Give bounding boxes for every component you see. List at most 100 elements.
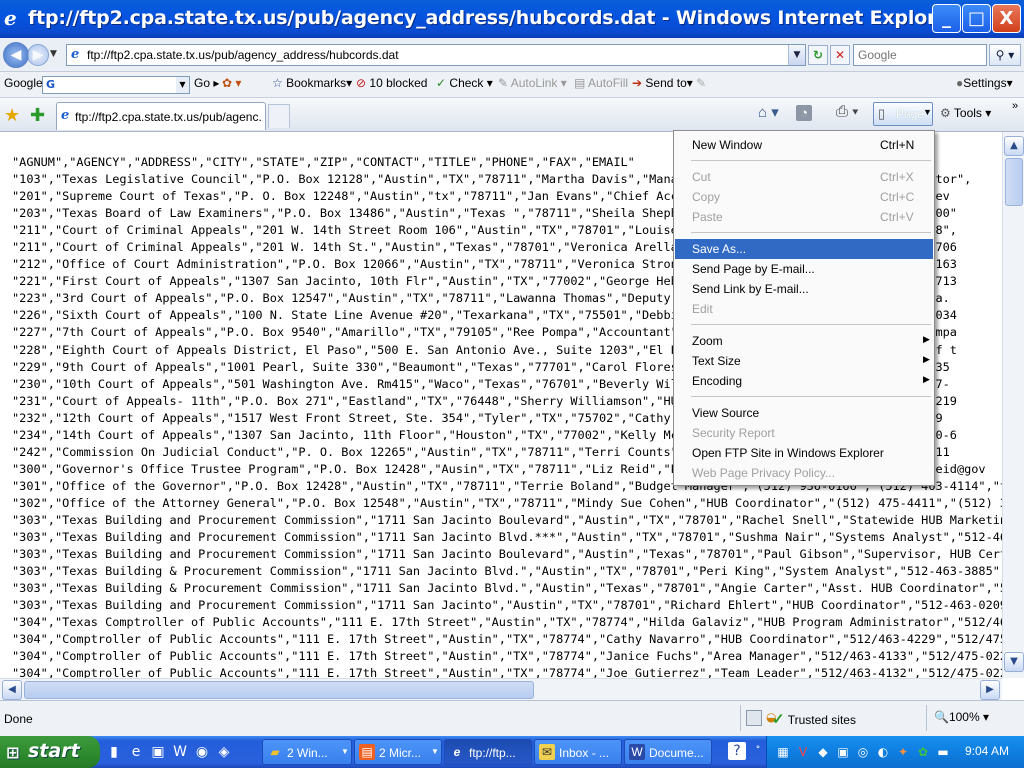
record-line: "303","Texas Building and Procurement Co… bbox=[12, 530, 1002, 545]
record-line: "302","Office of the Attorney General","… bbox=[12, 495, 1002, 510]
taskbar-button-internet-explorer[interactable]: e ftp://ftp... bbox=[444, 739, 532, 765]
tray-update-icon[interactable]: ✦ bbox=[895, 744, 911, 760]
popup-blocked-button[interactable]: ⊘ 10 blocked bbox=[356, 76, 427, 90]
page-menu-label: Page bbox=[896, 107, 925, 121]
search-box[interactable] bbox=[853, 44, 987, 66]
google-search-input[interactable]: G ▼ bbox=[42, 76, 190, 94]
google-search-dropdown[interactable]: ▼ bbox=[176, 77, 189, 93]
tray-antivirus-icon[interactable]: V bbox=[795, 744, 811, 760]
tray-expand-icon[interactable]: ˚ bbox=[748, 742, 768, 762]
menu-label: Open FTP Site in Windows Explorer bbox=[692, 446, 884, 460]
tray-shield-icon[interactable]: ◆ bbox=[815, 744, 831, 760]
menu-item-security-report: Security Report bbox=[675, 423, 933, 443]
spellcheck-button[interactable]: ✓ Check ▾ bbox=[436, 76, 493, 90]
menu-label: Zoom bbox=[692, 334, 723, 348]
toolbar-overflow-button[interactable]: » bbox=[1012, 100, 1018, 112]
taskbar-button-windows-explorer[interactable]: ▰ 2 Win... ▼ bbox=[262, 739, 352, 765]
print-icon[interactable]: ⎙ ▾ bbox=[836, 103, 858, 120]
autofill-button[interactable]: ▤ AutoFill bbox=[574, 76, 628, 90]
autolink-button[interactable]: ✎ AutoLink ▾ bbox=[498, 76, 567, 90]
start-button[interactable]: ⊞ start bbox=[0, 736, 100, 768]
menu-shortcut: Ctrl+N bbox=[880, 138, 915, 152]
horizontal-scroll-thumb[interactable] bbox=[24, 681, 534, 699]
scroll-right-button[interactable]: ▶ bbox=[980, 680, 1000, 700]
tray-display-icon[interactable]: ▬ bbox=[935, 744, 951, 760]
page-menu-button[interactable]: ▯ Page ▼ bbox=[873, 102, 933, 126]
tray-network-icon[interactable]: ▦ bbox=[775, 744, 791, 760]
ie-icon: e bbox=[4, 6, 17, 30]
vertical-scroll-thumb[interactable] bbox=[1005, 158, 1023, 206]
quicklaunch-media-icon[interactable]: ◉ bbox=[192, 742, 212, 762]
tab-row: ★ ✚ e ftp://ftp2.cpa.state.tx.us/pub/age… bbox=[0, 98, 1024, 132]
page-menu-icon: ▯ bbox=[878, 106, 886, 121]
stop-button[interactable]: ✕ bbox=[830, 45, 850, 65]
quicklaunch-ie-icon[interactable]: e bbox=[126, 742, 146, 762]
close-button[interactable]: X bbox=[992, 4, 1021, 33]
autofill-label: AutoFill bbox=[588, 76, 629, 90]
menu-item-new-window[interactable]: New Window Ctrl+N bbox=[675, 135, 933, 155]
menu-item-send-link[interactable]: Send Link by E-mail... bbox=[675, 279, 933, 299]
home-icon[interactable]: ⌂ ▾ bbox=[758, 103, 779, 121]
new-tab-button[interactable] bbox=[268, 104, 290, 128]
forward-button[interactable]: ▶ bbox=[27, 44, 49, 66]
feeds-icon[interactable]: ◔ bbox=[796, 105, 812, 121]
scroll-left-button[interactable]: ◀ bbox=[2, 680, 22, 700]
menu-label: Security Report bbox=[692, 426, 775, 440]
record-line: "303","Texas Building & Procurement Comm… bbox=[12, 564, 1002, 579]
taskbar-button-inbox[interactable]: ✉ Inbox - ... bbox=[534, 739, 622, 765]
check-icon: ✓ bbox=[436, 76, 447, 90]
zoom-level-button[interactable]: 🔍100% ▾ bbox=[934, 710, 989, 724]
menu-separator bbox=[691, 232, 931, 233]
scroll-up-button[interactable]: ▲ bbox=[1004, 136, 1024, 156]
horizontal-scrollbar[interactable]: ◀ ▶ bbox=[0, 678, 1002, 700]
menu-item-open-ftp-explorer[interactable]: Open FTP Site in Windows Explorer bbox=[675, 443, 933, 463]
refresh-button[interactable]: ↻ bbox=[808, 45, 828, 65]
quicklaunch-phone-icon[interactable]: ▮ bbox=[104, 742, 124, 762]
back-arrow-icon: ◀ bbox=[10, 47, 22, 63]
send-to-button[interactable]: ➔ Send to▾ ✎ bbox=[632, 76, 706, 90]
tray-monitor-icon[interactable]: ▣ bbox=[835, 744, 851, 760]
back-button[interactable]: ◀ bbox=[3, 42, 29, 68]
recent-pages-dropdown[interactable]: ▼ bbox=[50, 49, 57, 59]
google-logo[interactable]: Google bbox=[4, 76, 43, 90]
tray-security-icon[interactable]: ◐ bbox=[875, 744, 891, 760]
security-zone[interactable]: ✓ Trusted sites bbox=[772, 710, 856, 728]
add-favorites-icon[interactable]: ✚ bbox=[30, 105, 45, 126]
menu-item-privacy-policy: Web Page Privacy Policy... bbox=[675, 463, 933, 483]
taskbar-button-document[interactable]: W Docume... bbox=[624, 739, 712, 765]
google-extras-icon[interactable]: ✿ ▾ bbox=[222, 76, 241, 90]
minimize-button[interactable]: _ bbox=[932, 4, 961, 33]
menu-item-encoding[interactable]: Encoding ▶ bbox=[675, 371, 933, 391]
quicklaunch-word-icon[interactable]: W bbox=[170, 742, 190, 762]
google-go-button[interactable]: Go ▸ bbox=[194, 76, 219, 90]
menu-item-view-source[interactable]: View Source bbox=[675, 403, 933, 423]
menu-item-save-as[interactable]: Save As... bbox=[675, 239, 933, 259]
quicklaunch-desktop-icon[interactable]: ◈ bbox=[214, 742, 234, 762]
address-url[interactable]: ftp://ftp2.cpa.state.tx.us/pub/agency_ad… bbox=[87, 48, 399, 62]
google-settings-button[interactable]: ●Settings▾ bbox=[956, 76, 1013, 90]
search-input[interactable] bbox=[854, 45, 984, 65]
title-bar[interactable]: e ftp://ftp2.cpa.state.tx.us/pub/agency_… bbox=[0, 0, 1024, 38]
address-dropdown-button[interactable]: ▼ bbox=[788, 45, 805, 65]
tab-current[interactable]: e ftp://ftp2.cpa.state.tx.us/pub/agenc..… bbox=[56, 102, 266, 130]
search-button[interactable]: ⚲ ▾ bbox=[989, 44, 1021, 66]
menu-item-zoom[interactable]: Zoom ▶ bbox=[675, 331, 933, 351]
tray-wireless-icon[interactable]: ◎ bbox=[855, 744, 871, 760]
tools-menu-button[interactable]: ⚙ Tools ▾ bbox=[940, 106, 991, 120]
settings-label: Settings bbox=[963, 76, 1007, 90]
bookmarks-button[interactable]: ☆ Bookmarks▾ bbox=[272, 76, 352, 90]
menu-label: Web Page Privacy Policy... bbox=[692, 466, 835, 480]
menu-item-send-page[interactable]: Send Page by E-mail... bbox=[675, 259, 933, 279]
vertical-scrollbar[interactable]: ▲ ▼ bbox=[1002, 132, 1024, 678]
tray-sync-icon[interactable]: ✿ bbox=[915, 744, 931, 760]
maximize-button[interactable]: □ bbox=[962, 4, 991, 33]
taskbar-button-microsoft-office[interactable]: ▤ 2 Micr... ▼ bbox=[354, 739, 442, 765]
bookmarks-label: Bookmarks bbox=[286, 76, 347, 90]
help-icon[interactable]: ? bbox=[728, 742, 746, 760]
favorites-star-icon[interactable]: ★ bbox=[4, 105, 20, 126]
quicklaunch-excel-icon[interactable]: ▣ bbox=[148, 742, 168, 762]
system-clock[interactable]: 9:04 AM bbox=[965, 744, 1009, 758]
address-bar[interactable]: e ftp://ftp2.cpa.state.tx.us/pub/agency_… bbox=[66, 44, 806, 66]
menu-item-text-size[interactable]: Text Size ▶ bbox=[675, 351, 933, 371]
scroll-down-button[interactable]: ▼ bbox=[1004, 652, 1024, 672]
